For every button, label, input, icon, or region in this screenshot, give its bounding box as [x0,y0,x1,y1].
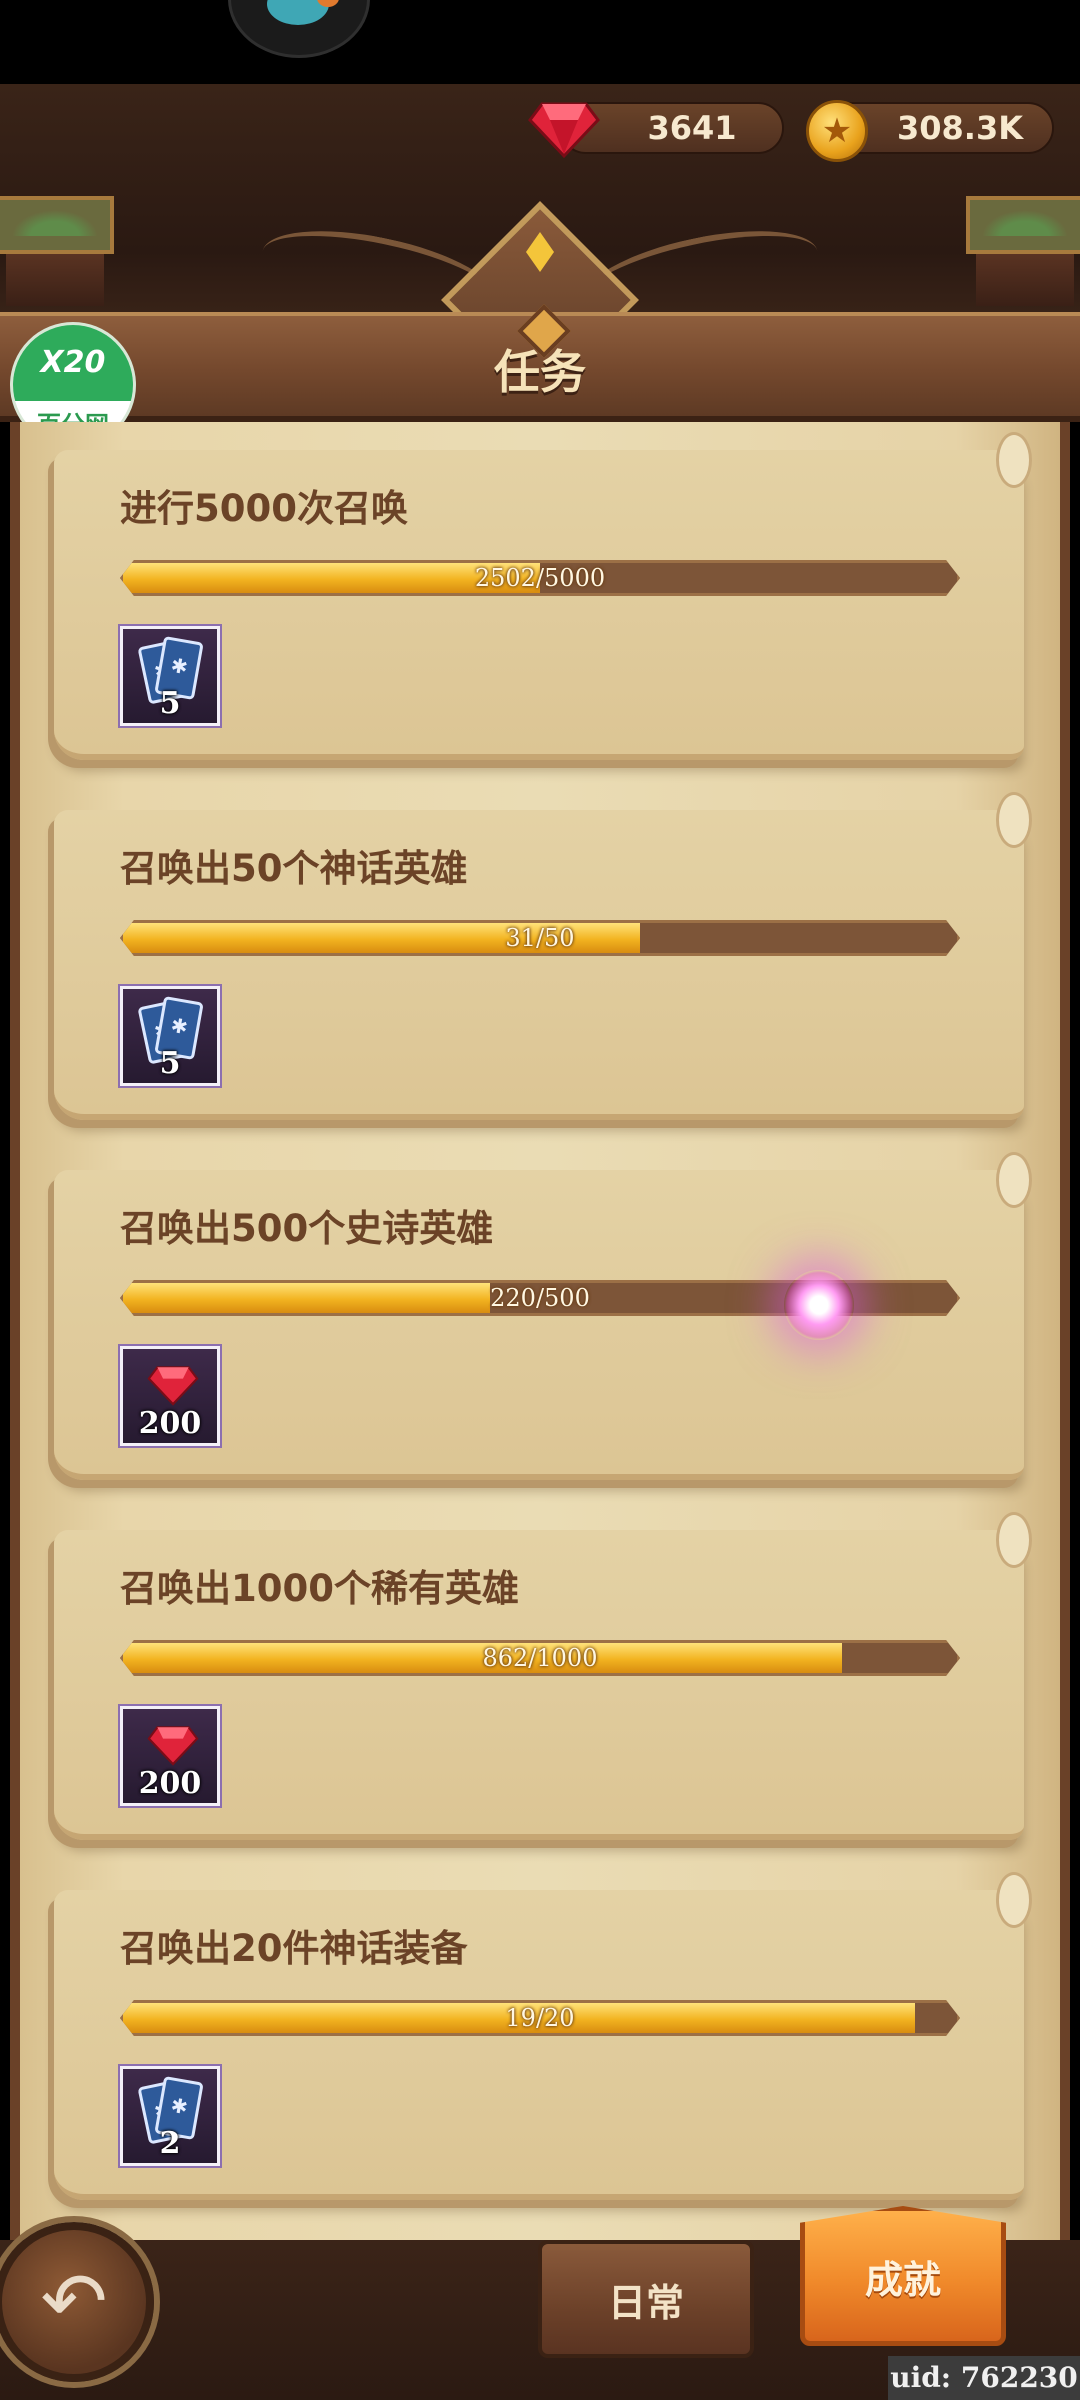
progress-bar: 19/20 [120,2000,960,2036]
back-button[interactable]: ↶ [0,2222,154,2382]
reward-card-pack[interactable]: 2 [118,2064,222,2168]
reward-count: 5 [159,686,181,721]
progress-text: 19/20 [505,2004,575,2032]
task-title: 召唤出1000个稀有英雄 [120,1567,519,1610]
progress-text: 862/1000 [482,1644,598,1672]
gem-icon [147,1726,199,1766]
reward-count: 5 [159,1046,181,1081]
task-card: 召唤出20件神话装备 19/20 2 [54,1872,1032,2200]
progress-text: 2502/5000 [474,564,606,592]
tab-achievement-label: 成就 [864,2257,941,2302]
status-strip [0,0,1080,84]
reward-count: 2 [159,2126,181,2161]
scroll-curl [996,1512,1032,1568]
reward-count: 200 [138,1766,202,1801]
uid-label: uid: 762230 [888,2356,1080,2400]
gem-count: 3641 [647,109,737,147]
progress-text: 31/50 [505,924,575,952]
task-title: 召唤出500个史诗英雄 [120,1207,494,1250]
task-card: 召唤出50个神话英雄 31/50 5 [54,792,1032,1120]
task-title: 进行5000次召唤 [120,487,408,530]
pillar-left [0,196,114,306]
scroll-curl [996,1152,1032,1208]
task-title: 召唤出50个神话英雄 [120,847,468,890]
task-card: 进行5000次召唤 2502/5000 5 [54,432,1032,760]
gold-coin-icon: ★ [806,100,868,162]
reward-card-pack[interactable]: 5 [118,624,222,728]
page-title: 任务 [494,345,586,399]
tab-daily-label: 日常 [607,2280,684,2325]
reward-gems[interactable]: 200 [118,1704,222,1808]
progress-bar: 31/50 [120,920,960,956]
watermark-top: X20 [13,325,133,401]
reward-card-pack[interactable]: 5 [118,984,222,1088]
progress-bar: 862/1000 [120,1640,960,1676]
gem-icon [528,102,600,159]
scroll-curl [996,792,1032,848]
pillar-right [966,196,1080,306]
reward-count: 200 [138,1406,202,1441]
scroll-curl [996,432,1032,488]
task-card: 召唤出500个史诗英雄 220/500 200 [54,1152,1032,1480]
task-title: 召唤出20件神话装备 [120,1927,468,1970]
tab-daily[interactable]: 日常 [538,2240,754,2358]
sparkle-effect [784,1270,854,1340]
gold-count: 308.3K [896,109,1023,147]
tab-achievement[interactable]: 成就 [800,2206,1006,2346]
scroll-curl [996,1872,1032,1928]
task-card: 召唤出1000个稀有英雄 862/1000 200 [54,1512,1032,1840]
gem-icon [147,1366,199,1406]
back-arrow-icon: ↶ [40,2255,108,2348]
reward-gems[interactable]: 200 [118,1344,222,1448]
progress-bar: 2502/5000 [120,560,960,596]
